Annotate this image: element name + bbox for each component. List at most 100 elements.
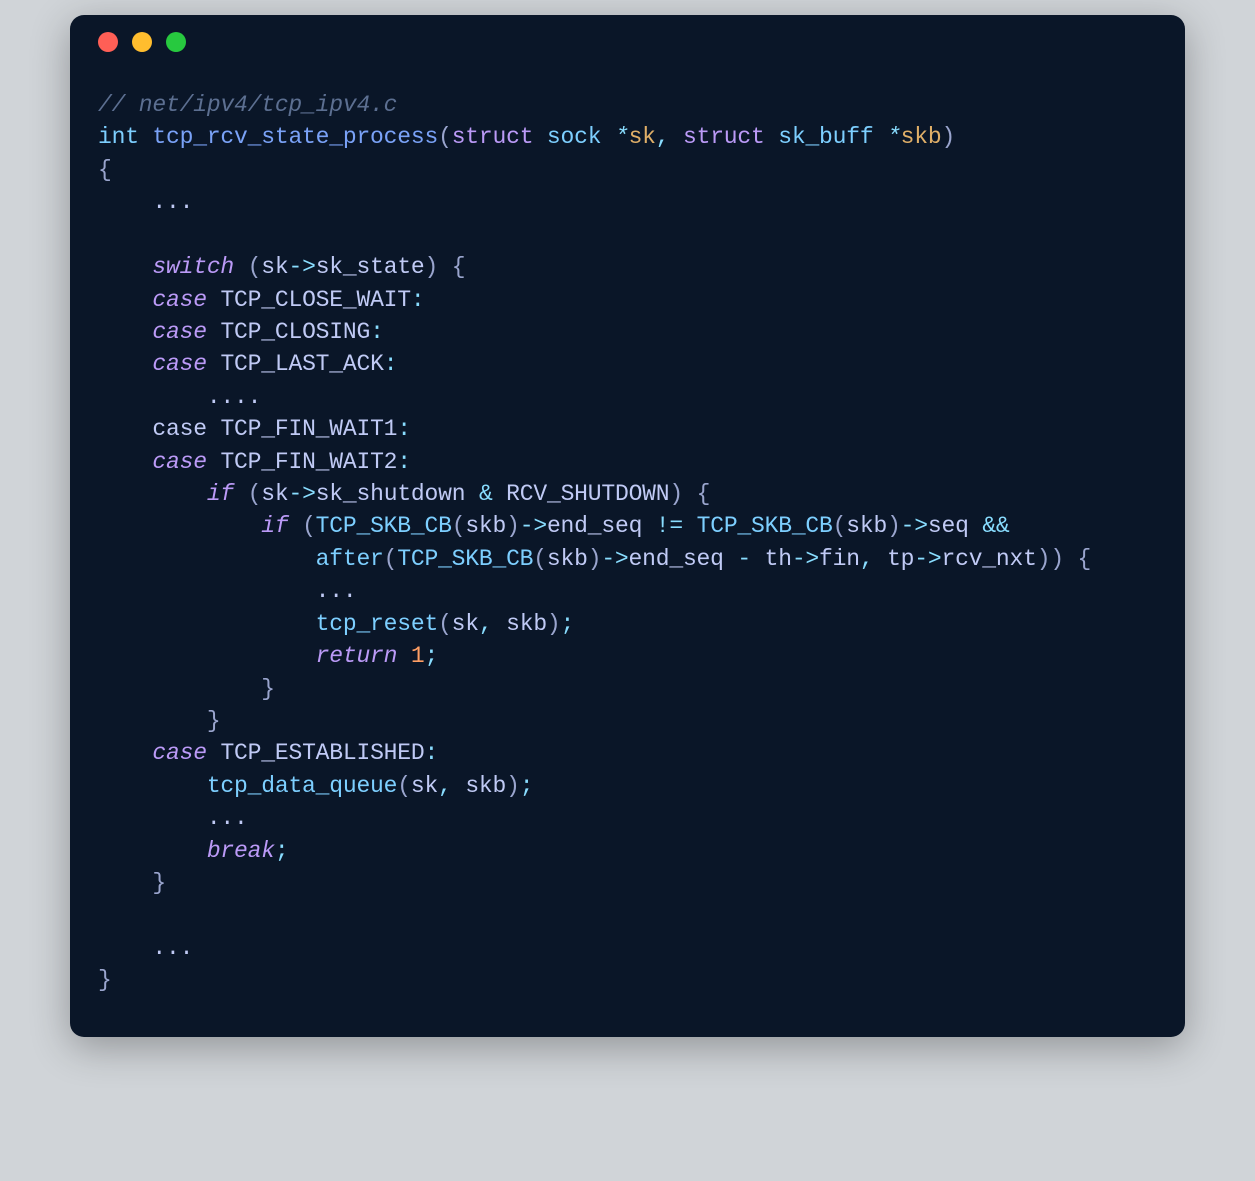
break-keyword: break bbox=[207, 838, 275, 864]
colon: : bbox=[397, 416, 411, 442]
brace: { bbox=[1078, 546, 1092, 572]
paren: ) bbox=[506, 773, 520, 799]
variable: sk bbox=[261, 481, 288, 507]
colon: : bbox=[425, 740, 439, 766]
paren-open: ( bbox=[438, 124, 452, 150]
constant: TCP_FIN_WAIT2 bbox=[220, 449, 397, 475]
code-content: // net/ipv4/tcp_ipv4.c int tcp_rcv_state… bbox=[70, 69, 1185, 1037]
ellipsis: ... bbox=[152, 935, 193, 961]
param-name: sk bbox=[629, 124, 656, 150]
function-call: TCP_SKB_CB bbox=[316, 513, 452, 539]
brace-open: { bbox=[98, 157, 112, 183]
comma: , bbox=[656, 124, 670, 150]
comma: , bbox=[860, 546, 874, 572]
colon: : bbox=[370, 319, 384, 345]
arrow-op: -> bbox=[792, 546, 819, 572]
param-name: skb bbox=[901, 124, 942, 150]
paren: ( bbox=[833, 513, 847, 539]
variable: th bbox=[765, 546, 792, 572]
case-keyword: case bbox=[152, 287, 206, 313]
constant: TCP_ESTABLISHED bbox=[220, 740, 424, 766]
function-call: after bbox=[316, 546, 384, 572]
code-window: // net/ipv4/tcp_ipv4.c int tcp_rcv_state… bbox=[70, 15, 1185, 1037]
if-keyword: if bbox=[207, 481, 234, 507]
brace: } bbox=[152, 870, 166, 896]
paren: ( bbox=[384, 546, 398, 572]
type-name: sk_buff bbox=[778, 124, 873, 150]
variable: sk bbox=[452, 611, 479, 637]
arrow-op: -> bbox=[288, 254, 315, 280]
semicolon: ; bbox=[424, 643, 438, 669]
arrow-op: -> bbox=[901, 513, 928, 539]
paren: ( bbox=[533, 546, 547, 572]
constant: TCP_CLOSE_WAIT bbox=[220, 287, 410, 313]
paren: ( bbox=[397, 773, 411, 799]
member: fin bbox=[819, 546, 860, 572]
paren: ) bbox=[425, 254, 439, 280]
paren: ) bbox=[547, 611, 561, 637]
case-keyword: case bbox=[152, 740, 206, 766]
paren-close: ) bbox=[941, 124, 955, 150]
variable: skb bbox=[547, 546, 588, 572]
case-keyword: case bbox=[152, 449, 206, 475]
paren: )) bbox=[1037, 546, 1064, 572]
member: end_seq bbox=[547, 513, 642, 539]
minus-op: - bbox=[737, 546, 751, 572]
variable: skb bbox=[465, 513, 506, 539]
paren: ( bbox=[452, 513, 466, 539]
amp-op: & bbox=[479, 481, 493, 507]
brace: { bbox=[452, 254, 466, 280]
constant: TCP_FIN_WAIT1 bbox=[220, 416, 397, 442]
colon: : bbox=[397, 449, 411, 475]
code-comment: // net/ipv4/tcp_ipv4.c bbox=[98, 92, 397, 118]
function-call: TCP_SKB_CB bbox=[697, 513, 833, 539]
semicolon: ; bbox=[561, 611, 575, 637]
ellipsis: ... bbox=[152, 189, 193, 215]
arrow-op: -> bbox=[520, 513, 547, 539]
type-keyword: int bbox=[98, 124, 139, 150]
struct-keyword: struct bbox=[452, 124, 534, 150]
variable: skb bbox=[506, 611, 547, 637]
neq-op: != bbox=[656, 513, 683, 539]
ellipsis: ... bbox=[207, 805, 248, 831]
variable: sk bbox=[411, 773, 438, 799]
if-keyword: if bbox=[261, 513, 288, 539]
paren: ( bbox=[302, 513, 316, 539]
close-icon[interactable] bbox=[98, 32, 118, 52]
pointer-star: * bbox=[615, 124, 629, 150]
constant: TCP_CLOSING bbox=[220, 319, 370, 345]
ellipsis: .... bbox=[207, 384, 261, 410]
switch-keyword: switch bbox=[152, 254, 234, 280]
brace: { bbox=[697, 481, 711, 507]
paren: ( bbox=[248, 481, 262, 507]
member: sk_state bbox=[316, 254, 425, 280]
member: sk_shutdown bbox=[316, 481, 466, 507]
case-keyword: case bbox=[152, 319, 206, 345]
maximize-icon[interactable] bbox=[166, 32, 186, 52]
title-bar bbox=[70, 15, 1185, 69]
arrow-op: -> bbox=[914, 546, 941, 572]
semicolon: ; bbox=[275, 838, 289, 864]
colon: : bbox=[384, 351, 398, 377]
case-keyword: case bbox=[152, 416, 206, 442]
paren: ) bbox=[588, 546, 602, 572]
function-name: tcp_rcv_state_process bbox=[152, 124, 438, 150]
paren: ( bbox=[438, 611, 452, 637]
pointer-star: * bbox=[887, 124, 901, 150]
constant: RCV_SHUTDOWN bbox=[506, 481, 669, 507]
constant: TCP_LAST_ACK bbox=[220, 351, 383, 377]
minimize-icon[interactable] bbox=[132, 32, 152, 52]
member: seq bbox=[928, 513, 969, 539]
brace: } bbox=[261, 676, 275, 702]
arrow-op: -> bbox=[601, 546, 628, 572]
variable: tp bbox=[887, 546, 914, 572]
variable: skb bbox=[465, 773, 506, 799]
comma: , bbox=[438, 773, 452, 799]
variable: skb bbox=[846, 513, 887, 539]
type-name: sock bbox=[547, 124, 601, 150]
return-keyword: return bbox=[316, 643, 398, 669]
function-call: tcp_data_queue bbox=[207, 773, 397, 799]
paren: ) bbox=[887, 513, 901, 539]
and-op: && bbox=[982, 513, 1009, 539]
arrow-op: -> bbox=[288, 481, 315, 507]
